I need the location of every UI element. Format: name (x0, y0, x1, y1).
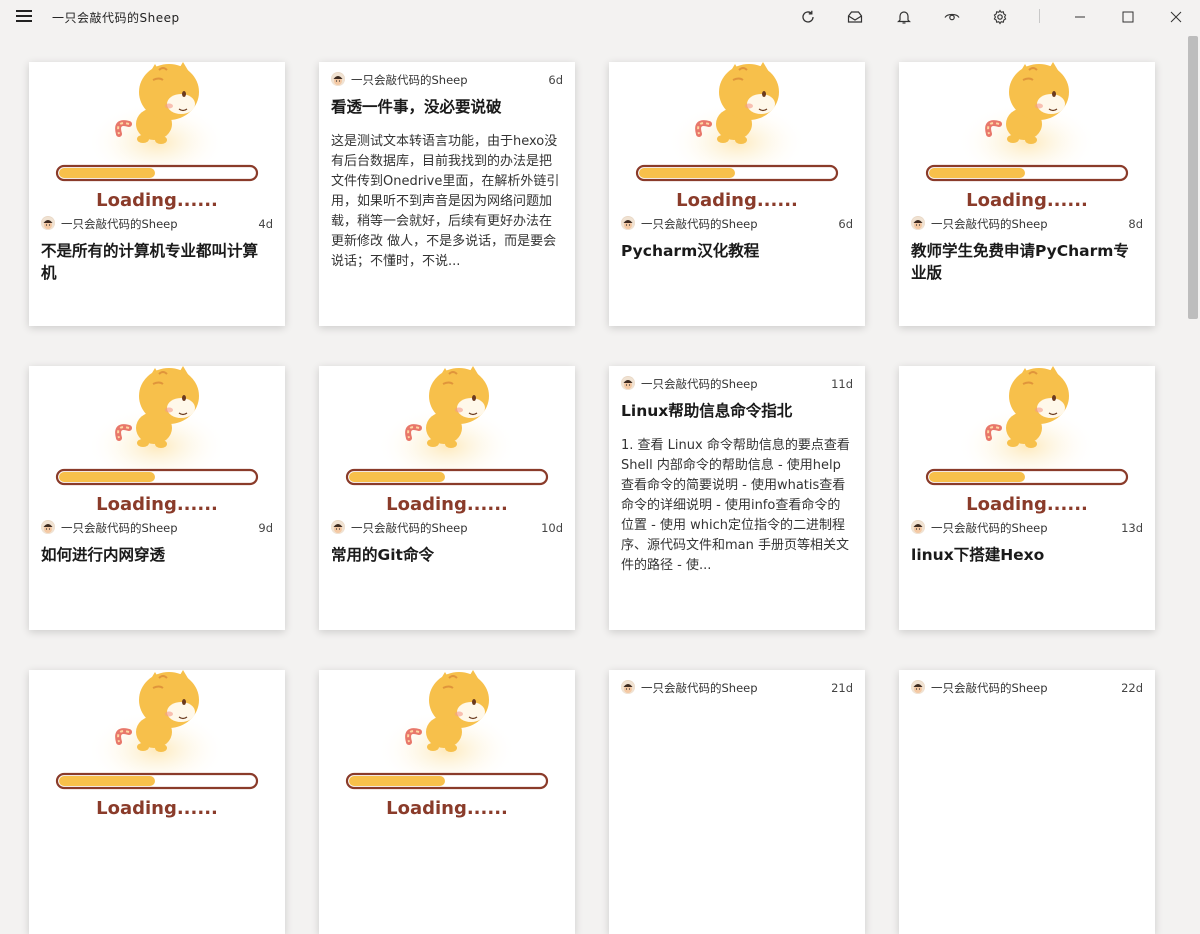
inbox-icon[interactable] (846, 8, 864, 26)
loading-label: Loading...... (96, 494, 218, 515)
card-meta: 一只会敲代码的Sheep 10d (331, 520, 563, 536)
card-age: 4d (258, 217, 273, 231)
minimize-icon[interactable] (1068, 6, 1092, 28)
card-meta: 一只会敲代码的Sheep 11d (621, 376, 853, 392)
article-card[interactable]: Loading...... 一只会敲代码的Sheep 9d 如何进行内网穿透 (29, 366, 285, 630)
loading-label: Loading...... (386, 494, 508, 515)
card-title[interactable]: 教师学生免费申请PyCharm专业版 (911, 240, 1143, 284)
card-author: 一只会敲代码的Sheep (351, 521, 468, 535)
article-card[interactable]: 一只会敲代码的Sheep 11d Linux帮助信息命令指北 1. 查看 Linux … (609, 366, 865, 630)
loading-label: Loading...... (966, 494, 1088, 515)
card-author: 一只会敲代码的Sheep (351, 73, 468, 87)
card-author: 一只会敲代码的Sheep (931, 521, 1048, 535)
loading-label: Loading...... (96, 190, 218, 211)
article-card[interactable]: Loading...... (319, 670, 575, 934)
card-age: 6d (548, 73, 563, 87)
article-card[interactable]: Loading...... 一只会敲代码的Sheep 4d 不是所有的计算机专业都叫… (29, 62, 285, 326)
avatar (621, 216, 635, 230)
avatar (41, 520, 55, 534)
loading-illustration: Loading...... (635, 62, 839, 211)
card-age: 13d (1121, 521, 1143, 535)
loading-illustration: Loading...... (345, 366, 549, 515)
loading-illustration: Loading...... (55, 670, 259, 819)
eye-icon[interactable] (943, 8, 961, 26)
loading-illustration: Loading...... (925, 62, 1129, 211)
card-summary: 这是测试文本转语言功能，由于hexo没有后台数据库，目前我找到的办法是把文件传到… (331, 134, 560, 269)
article-card[interactable]: 一只会敲代码的Sheep 6d 看透一件事，没必要说破这是测试文本转语言功能，由于h… (319, 62, 575, 326)
loading-illustration: Loading...... (55, 62, 259, 211)
article-card[interactable]: Loading...... 一只会敲代码的Sheep 8d 教师学生免费申请PyCh… (899, 62, 1155, 326)
card-meta: 一只会敲代码的Sheep 8d (911, 216, 1143, 232)
card-age: 21d (831, 681, 853, 695)
bell-icon[interactable] (895, 8, 913, 26)
card-summary: 1. 查看 Linux 命令帮助信息的要点查看 Shell 内部命令的帮助信息 … (621, 438, 850, 573)
toolbar-separator (1039, 9, 1040, 23)
article-card[interactable]: 一只会敲代码的Sheep 21d (609, 670, 865, 934)
avatar (911, 216, 925, 230)
card-age: 22d (1121, 681, 1143, 695)
card-meta: 一只会敲代码的Sheep 22d (911, 680, 1143, 696)
card-title[interactable]: 常用的Git命令 (331, 544, 563, 566)
card-title[interactable]: Linux帮助信息命令指北 (621, 400, 853, 422)
loading-label: Loading...... (676, 190, 798, 211)
card-age: 6d (838, 217, 853, 231)
maximize-icon[interactable] (1116, 6, 1140, 28)
card-author: 一只会敲代码的Sheep (931, 681, 1048, 695)
card-meta: 一只会敲代码的Sheep 21d (621, 680, 853, 696)
card-title[interactable]: linux下搭建Hexo (911, 544, 1143, 566)
loading-illustration: Loading...... (55, 366, 259, 515)
hamburger-menu-icon[interactable] (16, 9, 32, 23)
loading-label: Loading...... (966, 190, 1088, 211)
loading-label: Loading...... (386, 798, 508, 819)
avatar (911, 680, 925, 694)
avatar (621, 376, 635, 390)
card-author: 一只会敲代码的Sheep (61, 521, 178, 535)
card-age: 11d (831, 377, 853, 391)
card-meta: 一只会敲代码的Sheep 6d (621, 216, 853, 232)
card-meta: 一只会敲代码的Sheep 9d (41, 520, 273, 536)
card-title[interactable]: Pycharm汉化教程 (621, 240, 853, 262)
card-meta: 一只会敲代码的Sheep 4d (41, 216, 273, 232)
loading-illustration: Loading...... (925, 366, 1129, 515)
article-card[interactable]: Loading...... (29, 670, 285, 934)
scrollbar-thumb[interactable] (1188, 36, 1198, 319)
card-author: 一只会敲代码的Sheep (641, 377, 758, 391)
article-card[interactable]: 一只会敲代码的Sheep 22d (899, 670, 1155, 934)
article-card[interactable]: Loading...... 一只会敲代码的Sheep 13d linux下搭建Hex… (899, 366, 1155, 630)
loading-label: Loading...... (96, 798, 218, 819)
card-meta: 一只会敲代码的Sheep 6d (331, 72, 563, 88)
close-icon[interactable] (1164, 6, 1188, 28)
article-card[interactable]: Loading...... 一只会敲代码的Sheep 10d 常用的Git命令 (319, 366, 575, 630)
card-author: 一只会敲代码的Sheep (61, 217, 178, 231)
avatar (331, 520, 345, 534)
card-age: 10d (541, 521, 563, 535)
card-title[interactable]: 不是所有的计算机专业都叫计算机 (41, 240, 273, 284)
avatar (621, 680, 635, 694)
card-meta: 一只会敲代码的Sheep 13d (911, 520, 1143, 536)
loading-illustration: Loading...... (345, 670, 549, 819)
article-card[interactable]: Loading...... 一只会敲代码的Sheep 6d Pycharm汉化教程 (609, 62, 865, 326)
card-author: 一只会敲代码的Sheep (641, 681, 758, 695)
card-age: 9d (258, 521, 273, 535)
card-author: 一只会敲代码的Sheep (931, 217, 1048, 231)
avatar (41, 216, 55, 230)
avatar (331, 72, 345, 86)
card-title[interactable]: 如何进行内网穿透 (41, 544, 273, 566)
title-bar: 一只会敲代码的Sheep (0, 0, 1200, 34)
gear-icon[interactable] (991, 8, 1009, 26)
refresh-icon[interactable] (799, 8, 817, 26)
card-age: 8d (1128, 217, 1143, 231)
card-title[interactable]: 看透一件事，没必要说破 (331, 96, 563, 118)
app-title: 一只会敲代码的Sheep (52, 11, 180, 25)
avatar (911, 520, 925, 534)
card-author: 一只会敲代码的Sheep (641, 217, 758, 231)
